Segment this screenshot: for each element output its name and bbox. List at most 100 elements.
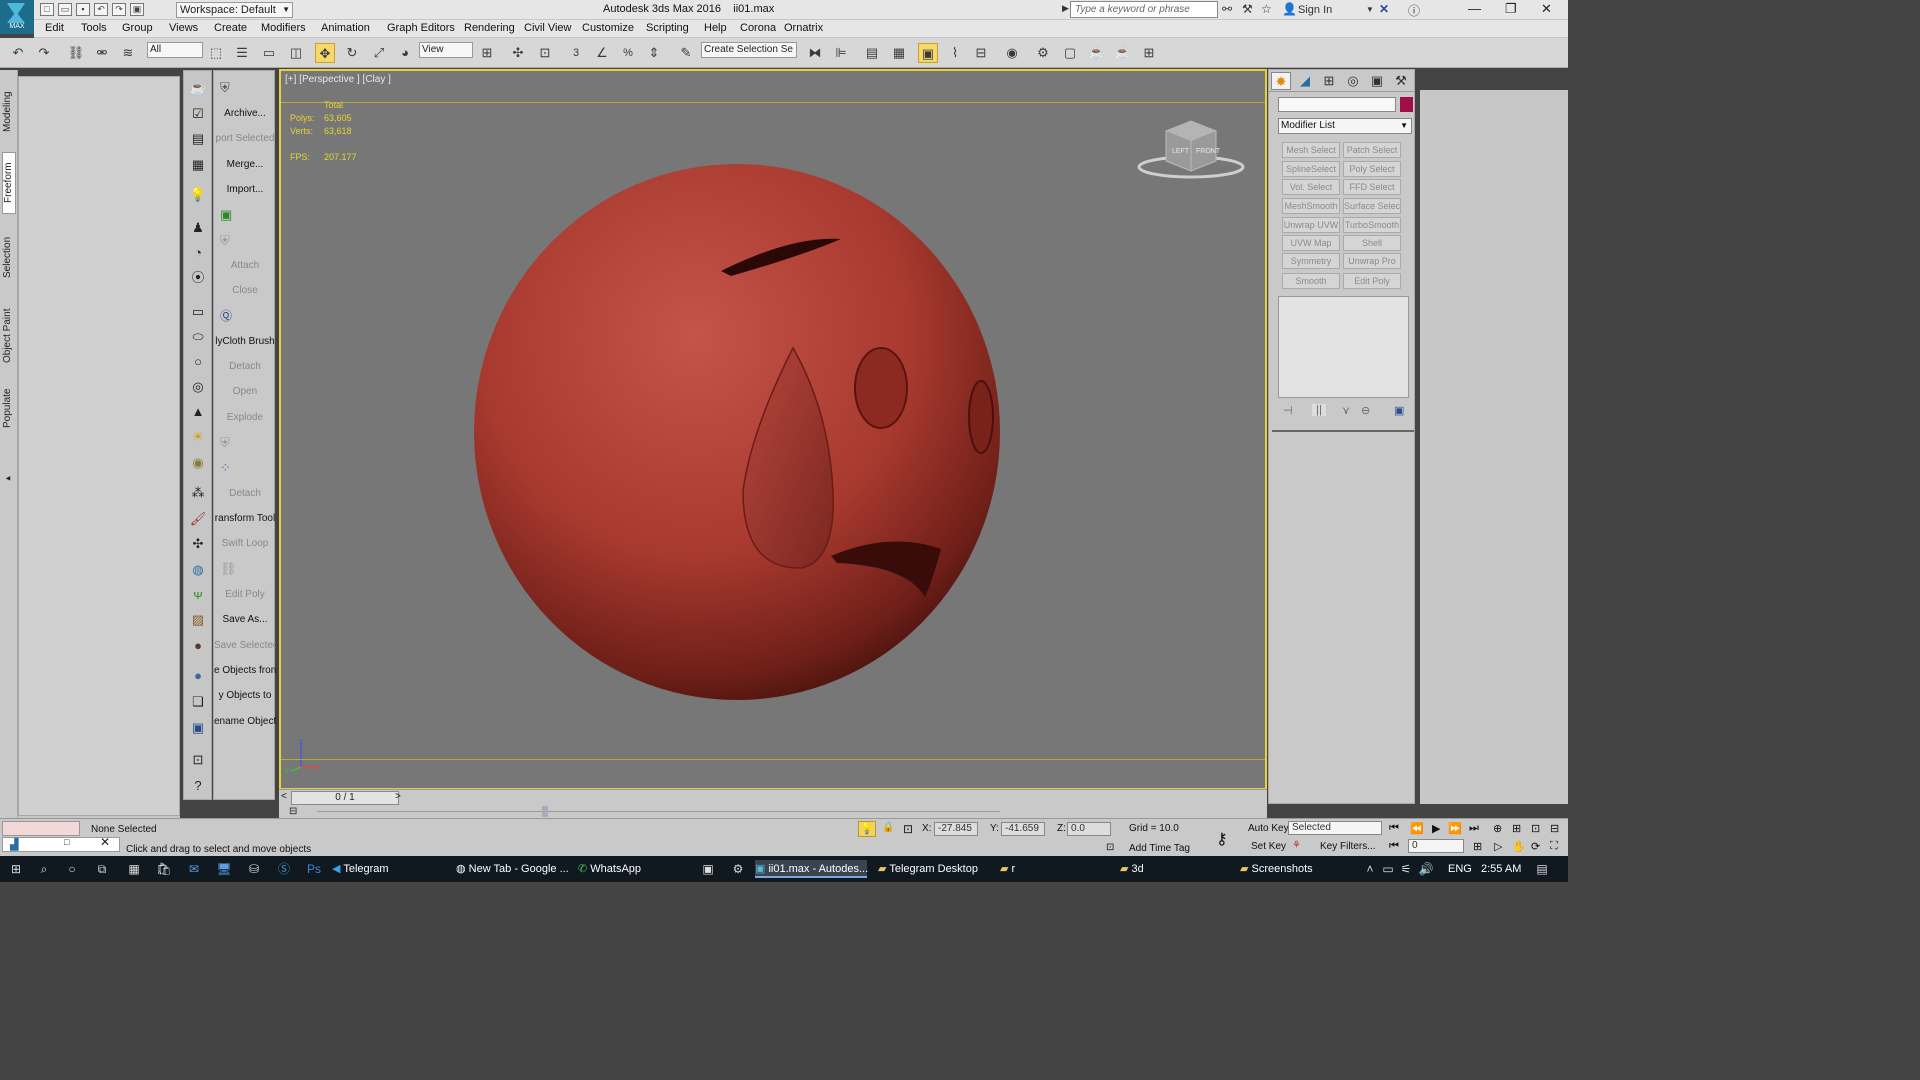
calculator-icon[interactable]: ▦ bbox=[126, 861, 142, 877]
poly-select-button[interactable]: Poly Select bbox=[1343, 161, 1401, 177]
taskbar-folder-r[interactable]: ▰ r bbox=[1000, 860, 1112, 878]
transform-icon[interactable]: ✣ bbox=[189, 535, 207, 553]
close-button[interactable]: Close bbox=[214, 285, 276, 296]
mesh-select-button[interactable]: Mesh Select bbox=[1282, 142, 1340, 158]
brush-icon[interactable]: 🖌 bbox=[189, 510, 207, 528]
key-mode-toggle-icon[interactable]: ⏮ bbox=[1389, 840, 1399, 853]
key-filters-icon[interactable]: ⚘ bbox=[1292, 840, 1301, 851]
new-file-icon[interactable]: □ bbox=[40, 3, 54, 16]
maxscript-listener[interactable] bbox=[2, 821, 80, 836]
perspective-viewport[interactable]: [+] [Perspective ] [Clay ] Total Polys: … bbox=[279, 69, 1267, 790]
make-unique-icon[interactable]: ⋎ bbox=[1342, 404, 1350, 417]
key-filters-button[interactable]: Key Filters... bbox=[1320, 841, 1376, 852]
favorites-star-icon[interactable]: ☆ bbox=[1261, 2, 1272, 16]
smooth-button[interactable]: Smooth bbox=[1282, 273, 1340, 289]
layer-explorer-icon[interactable]: ▤ bbox=[862, 43, 882, 63]
restore-button[interactable]: ❐ bbox=[1505, 1, 1517, 17]
wood-icon[interactable]: ▨ bbox=[189, 611, 207, 629]
gold-sphere-icon[interactable]: ◉ bbox=[189, 454, 207, 472]
swift-loop-button[interactable]: Swift Loop bbox=[214, 538, 276, 549]
render-in-cloud-icon[interactable]: ⊞ bbox=[1139, 43, 1159, 63]
next-frame-button-icon[interactable]: ⏩ bbox=[1448, 822, 1462, 835]
toggle-ribbon-icon[interactable]: ▦ bbox=[889, 43, 909, 63]
symmetry-button[interactable]: Symmetry bbox=[1282, 253, 1340, 269]
redo-icon[interactable]: ↷ bbox=[112, 3, 126, 16]
window-crossing-icon[interactable]: ◫ bbox=[286, 43, 306, 63]
patch-select-button[interactable]: Patch Select bbox=[1343, 142, 1401, 158]
zoom-icon[interactable]: ⊕ bbox=[1493, 822, 1502, 835]
menu-views[interactable]: Views bbox=[169, 22, 198, 34]
named-selection-dropdown[interactable]: Create Selection Se bbox=[701, 42, 797, 58]
taskbar-3dsmax[interactable]: ▣ ii01.max - Autodes... bbox=[755, 860, 868, 878]
place-icon[interactable]: ◕ bbox=[395, 43, 415, 63]
manipulate-icon[interactable]: ✣ bbox=[508, 43, 528, 63]
cone-icon[interactable]: ▲ bbox=[189, 403, 207, 421]
sound-icon[interactable]: ◔ bbox=[189, 244, 207, 262]
import-button[interactable]: Import... bbox=[214, 184, 276, 195]
torus-icon[interactable]: ◎ bbox=[189, 378, 207, 396]
biped-icon[interactable]: ♟ bbox=[189, 219, 207, 237]
plane-icon[interactable]: ▭ bbox=[189, 303, 207, 321]
green-box-icon[interactable]: ▣ bbox=[220, 207, 238, 223]
project-folder-icon[interactable]: ▣ bbox=[130, 3, 144, 16]
particle-icon[interactable]: ⁂ bbox=[189, 484, 207, 502]
track-bar-icon[interactable]: ⊟ bbox=[289, 806, 297, 817]
tools-icon[interactable]: ⚒ bbox=[1242, 2, 1253, 16]
go-to-end-icon[interactable]: ⏭ bbox=[1469, 822, 1479, 835]
select-by-name-icon[interactable]: ☰ bbox=[232, 43, 252, 63]
pan-icon[interactable]: ✋ bbox=[1512, 840, 1526, 853]
tab-modeling[interactable]: Modeling bbox=[2, 82, 16, 142]
grass-icon[interactable]: ᴪ bbox=[189, 586, 207, 604]
chevron-down-icon[interactable]: ▼ bbox=[1366, 5, 1374, 14]
previous-frame-button-icon[interactable]: ⏪ bbox=[1410, 822, 1424, 835]
globe-icon[interactable]: ◍ bbox=[189, 561, 207, 579]
language-indicator[interactable]: ENG bbox=[1448, 860, 1472, 878]
copy-objects-to-button[interactable]: y Objects to bbox=[214, 690, 276, 701]
time-config-icon[interactable]: ⊞ bbox=[1473, 840, 1482, 853]
attach-button[interactable]: Attach bbox=[214, 260, 276, 271]
tab-populate[interactable]: Populate bbox=[2, 382, 16, 434]
desktop-icon[interactable]: 🖥 bbox=[216, 861, 232, 877]
qr-icon[interactable]: Ⓠ bbox=[220, 308, 238, 324]
menu-civil-view[interactable]: Civil View bbox=[524, 22, 571, 34]
align-icon[interactable]: ⊫ bbox=[831, 43, 851, 63]
y-coordinate-field[interactable]: -41.659 bbox=[1001, 822, 1045, 836]
store-icon[interactable]: 🛍 bbox=[156, 861, 172, 877]
red-sphere[interactable] bbox=[474, 164, 1000, 700]
absolute-mode-icon[interactable]: ⊡ bbox=[903, 822, 913, 836]
zoom-extents-icon[interactable]: ⊡ bbox=[1531, 822, 1540, 835]
keyboard-shortcut-icon[interactable]: ⊡ bbox=[535, 43, 555, 63]
object-name-field[interactable] bbox=[1278, 97, 1396, 112]
unwrap-pro-button[interactable]: Unwrap Pro bbox=[1343, 253, 1401, 269]
sun-icon[interactable]: ☀ bbox=[189, 428, 207, 446]
selection-filter-dropdown[interactable]: All bbox=[147, 42, 203, 58]
camera-icon[interactable]: ⦿ bbox=[189, 269, 207, 287]
edit-poly-button[interactable]: Edit Poly bbox=[214, 589, 276, 600]
menu-animation[interactable]: Animation bbox=[321, 22, 370, 34]
turbosmooth-button[interactable]: TurboSmooth bbox=[1343, 217, 1401, 233]
rename-icon[interactable]: ▣ bbox=[189, 719, 207, 737]
image-app-icon[interactable]: ▣ bbox=[700, 861, 716, 877]
settings-icon[interactable]: ⚙ bbox=[730, 861, 746, 877]
x-coordinate-field[interactable]: -27.845 bbox=[934, 822, 978, 836]
percent-snap-icon[interactable]: % bbox=[618, 43, 638, 63]
tab-selection[interactable]: Selection bbox=[2, 228, 16, 286]
maximize-viewport-icon[interactable]: ⛶ bbox=[1550, 840, 1558, 853]
edit-poly-modifier-button[interactable]: Edit Poly bbox=[1343, 273, 1401, 289]
menu-scripting[interactable]: Scripting bbox=[646, 22, 689, 34]
pin-stack-icon[interactable]: ⊣ bbox=[1283, 404, 1293, 417]
sign-in-button[interactable]: Sign In bbox=[1298, 4, 1332, 16]
list-icon[interactable]: ▤ bbox=[189, 130, 207, 148]
close-button[interactable]: ✕ bbox=[1541, 1, 1552, 17]
detach-button[interactable]: Detach bbox=[214, 361, 276, 372]
create-tab-icon[interactable]: ✸ bbox=[1271, 72, 1291, 90]
spline-select-button[interactable]: SplineSelect bbox=[1282, 161, 1340, 177]
save-file-icon[interactable]: ▪ bbox=[76, 3, 90, 16]
unlink-icon[interactable]: ⚮ bbox=[92, 43, 112, 63]
windows-start-icon[interactable]: ⊞ bbox=[8, 861, 24, 877]
network-icon[interactable]: ⚟ bbox=[1398, 861, 1414, 877]
photoshop-icon[interactable]: Ps bbox=[306, 861, 322, 877]
workspace-dropdown[interactable]: Workspace: Default ▼ bbox=[176, 2, 293, 18]
configure-sets-icon[interactable]: ▣ bbox=[1394, 404, 1404, 417]
open-file-icon[interactable]: ▭ bbox=[58, 3, 72, 16]
